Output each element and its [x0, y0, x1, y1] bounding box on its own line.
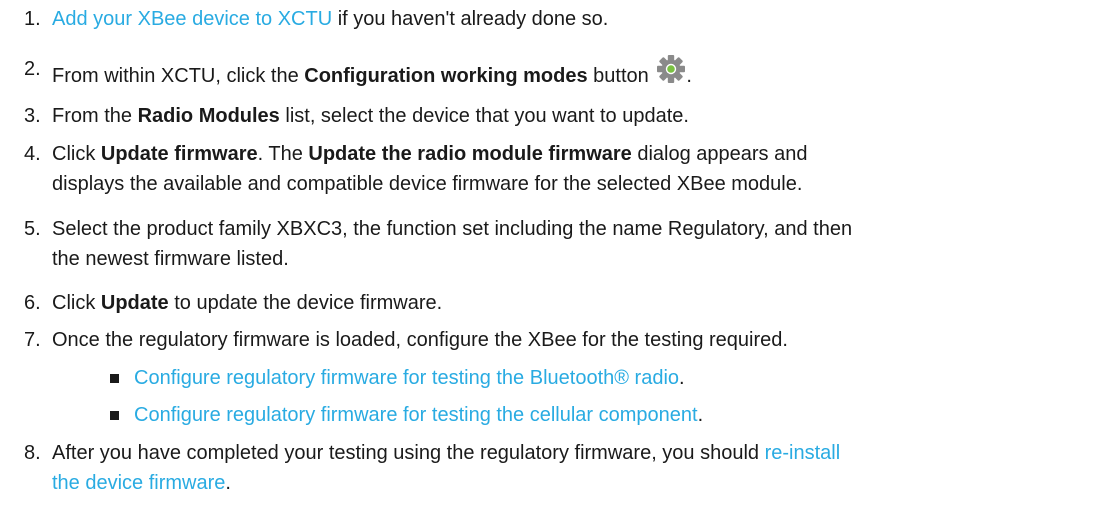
document: 1. Add your XBee device to XCTU if you h… [0, 0, 1106, 526]
step-number: 6. [24, 292, 41, 314]
step-text-line2: displays the available and compatible de… [52, 173, 803, 195]
sublist-item: Configure regulatory firmware for testin… [0, 363, 685, 393]
step-text: Select the product family XBXC3, the fun… [52, 214, 1090, 274]
step-text-line2: the newest firmware listed. [52, 248, 289, 270]
step-5: 5. Select the product family XBXC3, the … [0, 214, 1090, 274]
step-text-mid: . The [257, 143, 309, 165]
configure-cellular-link[interactable]: Configure regulatory firmware for testin… [134, 404, 698, 426]
step-number: 7. [24, 329, 41, 351]
step-text-post: button [587, 65, 649, 87]
step-number: 1. [24, 8, 41, 30]
add-device-link[interactable]: Add your XBee device to XCTU [52, 8, 332, 30]
step-text-line1: Select the product family XBXC3, the fun… [52, 218, 853, 240]
step-number: 4. [24, 143, 41, 165]
update-dialog-title-label: Update the radio module firmware [308, 143, 632, 165]
step-text: From within XCTU, click the Configuratio… [52, 54, 1090, 93]
step-text-post: dialog appears and [631, 143, 808, 165]
step-text: Add your XBee device to XCTU if you have… [52, 4, 1090, 34]
step-text: After you have completed your testing us… [52, 438, 1090, 498]
step-number: 2. [24, 58, 41, 80]
sublist-item-text: Configure regulatory firmware for testin… [134, 367, 685, 389]
step-text: Click Update firmware. The Update the ra… [52, 139, 1090, 199]
step-text-end: . [225, 472, 231, 494]
step-text-post: to update the device firmware. [168, 292, 443, 314]
step-6: 6. Click Update to update the device fir… [0, 288, 1090, 318]
configuration-working-modes-label: Configuration working modes [304, 65, 588, 87]
gear-icon[interactable] [656, 54, 686, 93]
reinstall-firmware-link[interactable]: re-install [765, 442, 841, 464]
step-number: 8. [24, 442, 41, 464]
step-text-rest: if you haven't already done so. [332, 8, 609, 30]
step-text-post: list, select the device that you want to… [279, 105, 689, 127]
step-text-pre: Click [52, 143, 101, 165]
step-text: From the Radio Modules list, select the … [52, 101, 1090, 131]
sublist-item-end: . [679, 367, 685, 389]
step-number: 3. [24, 105, 41, 127]
configure-bluetooth-link[interactable]: Configure regulatory firmware for testin… [134, 367, 679, 389]
square-bullet-icon [110, 374, 119, 383]
step-text: Click Update to update the device firmwa… [52, 288, 1090, 318]
update-label: Update [100, 292, 169, 314]
step-text-pre: From the [52, 105, 138, 127]
sublist-item-end: . [697, 404, 704, 426]
reinstall-firmware-link-continued[interactable]: the device firmware [52, 472, 225, 494]
step-3: 3. From the Radio Modules list, select t… [0, 101, 1090, 131]
radio-modules-label: Radio Modules [137, 105, 280, 127]
sublist-item: Configure regulatory firmware for testin… [0, 400, 703, 430]
step-2: 2. From within XCTU, click the Configura… [0, 54, 1090, 93]
step-8: 8. After you have completed your testing… [0, 438, 1090, 498]
step-text-pre: After you have completed your testing us… [52, 442, 765, 464]
step-text-end: . [686, 65, 692, 87]
step-text-pre: From within XCTU, click the [52, 65, 305, 87]
step-text: Once the regulatory firmware is loaded, … [52, 329, 788, 351]
step-7: 7. Once the regulatory firmware is loade… [0, 325, 1090, 355]
sublist-item-text: Configure regulatory firmware for testin… [134, 404, 703, 426]
step-1: 1. Add your XBee device to XCTU if you h… [0, 4, 1090, 34]
step-text-pre: Click [52, 292, 101, 314]
step-4: 4. Click Update firmware. The Update the… [0, 139, 1090, 199]
update-firmware-label: Update firmware [100, 143, 258, 165]
square-bullet-icon [110, 411, 119, 420]
step-number: 5. [24, 218, 41, 240]
